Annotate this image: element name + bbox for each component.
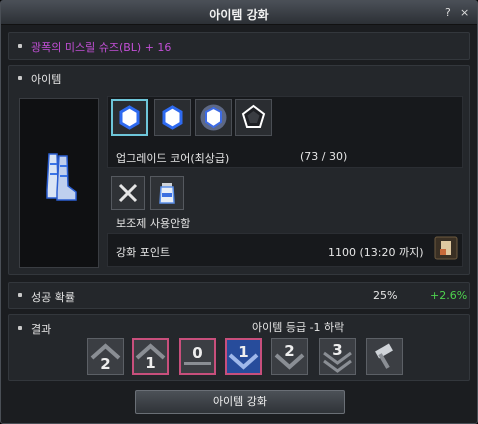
scroll-icon — [434, 236, 458, 260]
result-note: 아이템 등급 -1 하락 — [252, 321, 345, 334]
hexagon-gem-icon — [119, 105, 140, 130]
core-gem-2[interactable] — [154, 99, 191, 136]
close-button[interactable]: × — [460, 6, 469, 19]
success-bonus: +2.6% — [430, 289, 468, 302]
bullet-icon — [18, 326, 22, 330]
enchant-window: 아이템 강화 ? × 광폭의 미스릴 슈즈(BL) + 16 아이템 업그레이드… — [0, 0, 478, 424]
points-row: 강화 포인트 1100 (13:20 까지) — [107, 233, 463, 267]
aux-label: 보조제 사용안함 — [116, 217, 191, 230]
success-label: 성공 확률 — [31, 291, 75, 304]
success-panel: 성공 확률 25% +2.6% — [8, 282, 470, 309]
success-rate: 25% — [373, 289, 398, 302]
item-slot[interactable] — [19, 98, 99, 268]
potion-icon — [159, 183, 175, 204]
grade-box: 0 — [179, 338, 216, 375]
bullet-icon — [18, 293, 22, 297]
bullet-icon — [18, 44, 22, 48]
target-item-panel: 광폭의 미스릴 슈즈(BL) + 16 — [8, 32, 470, 60]
core-label: 업그레이드 코어(최상급) — [116, 152, 230, 165]
enchant-button[interactable]: 아이템 강화 — [135, 390, 345, 414]
aux-slot-none[interactable] — [111, 176, 145, 210]
hammer-icon — [375, 343, 393, 369]
aux-slot-potion[interactable] — [150, 176, 184, 210]
glowing-gem-icon — [200, 104, 227, 131]
target-item-name: 광폭의 미스릴 슈즈(BL) + 16 — [31, 41, 172, 54]
result-label: 결과 — [31, 323, 52, 336]
bullet-icon — [18, 76, 22, 80]
core-count: (73 / 30) — [300, 150, 348, 163]
boots-icon — [46, 153, 77, 201]
scroll-icon[interactable] — [434, 236, 458, 260]
item-section-title: 아이템 — [31, 73, 62, 86]
grade-box: 3 — [319, 338, 356, 375]
grade-box — [366, 338, 403, 375]
core-gem-3[interactable] — [195, 99, 232, 136]
title-bar[interactable]: 아이템 강화 ? × — [1, 1, 477, 25]
grade-box-current: 1 — [225, 338, 262, 375]
grade-box: 2 — [87, 338, 124, 375]
points-label: 강화 포인트 — [116, 246, 171, 259]
core-gem-1[interactable] — [111, 99, 148, 136]
window-title: 아이템 강화 — [209, 8, 269, 22]
hexagon-gem-icon — [162, 105, 183, 130]
pentagon-gem-icon — [241, 104, 266, 128]
x-mark-icon — [118, 183, 138, 203]
core-gem-4[interactable] — [235, 99, 272, 136]
help-button[interactable]: ? — [445, 6, 451, 19]
grade-box: 1 — [132, 338, 169, 375]
grade-box: 2 — [271, 338, 308, 375]
points-value: 1100 (13:20 까지) — [328, 246, 424, 259]
